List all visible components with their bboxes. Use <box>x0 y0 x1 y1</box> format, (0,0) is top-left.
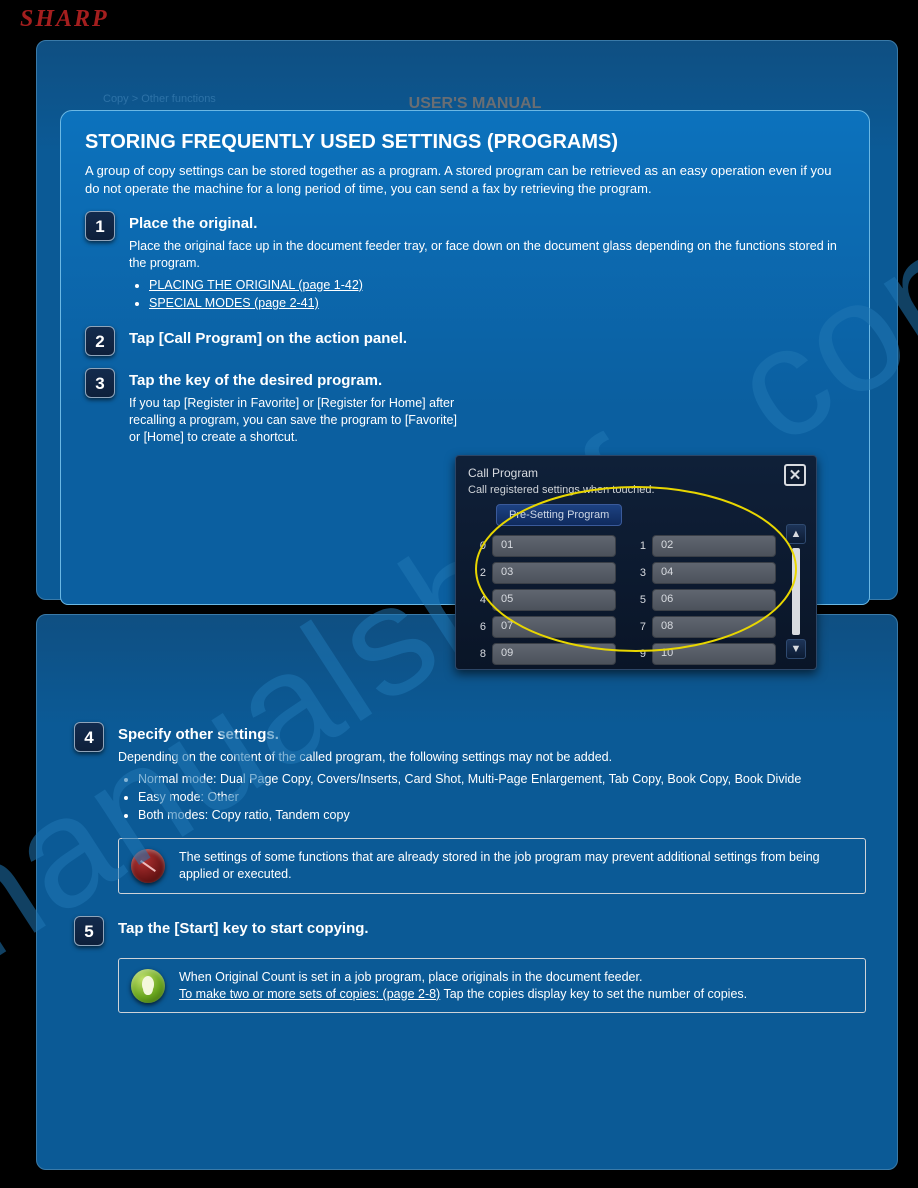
scrollbar[interactable]: ▲ ▼ <box>786 524 806 659</box>
program-cell[interactable]: 10 <box>652 643 776 665</box>
step-3-number: 3 <box>85 368 115 398</box>
program-num: 1 <box>628 540 646 552</box>
tip-note-text-b: Tap the copies display key to set the nu… <box>443 987 747 1001</box>
dialog-subtitle: Call registered settings when touched. <box>468 484 804 496</box>
dialog-title: Call Program <box>468 466 804 480</box>
program-list: 0 01 1 02 2 03 3 04 4 05 5 06 6 07 7 0 <box>468 534 804 665</box>
prohibit-icon <box>131 849 165 883</box>
program-cell[interactable]: 02 <box>652 535 776 557</box>
call-program-dialog: ✕ Call Program Call registered settings … <box>455 455 817 670</box>
section-intro: A group of copy settings can be stored t… <box>85 162 845 197</box>
stop-note-text: The settings of some functions that are … <box>179 850 820 881</box>
step-1-text: Place the original face up in the docume… <box>129 238 845 272</box>
step-4-row: 4 Specify other settings. Depending on t… <box>74 722 866 826</box>
program-num: 9 <box>628 648 646 660</box>
step-2-row: 2 Tap [Call Program] on the action panel… <box>85 326 845 356</box>
step-4-number: 4 <box>74 722 104 752</box>
step-5-title: Tap the [Start] key to start copying. <box>118 920 866 937</box>
step-1-title: Place the original. <box>129 215 845 232</box>
step-5-row: 5 Tap the [Start] key to start copying. <box>74 916 866 946</box>
program-cell[interactable]: 08 <box>652 616 776 638</box>
step-3-text: If you tap [Register in Favorite] or [Re… <box>129 395 459 446</box>
tip-note-text-a: When Original Count is set in a job prog… <box>179 970 642 984</box>
step-2-number: 2 <box>85 326 115 356</box>
program-cell[interactable]: 04 <box>652 562 776 584</box>
program-cell[interactable]: 05 <box>492 589 616 611</box>
step-4-bullet-2: Easy mode: Other <box>138 790 866 804</box>
scroll-track[interactable] <box>792 548 800 635</box>
pre-setting-program-button[interactable]: Pre-Setting Program <box>496 504 622 526</box>
step-4-intro: Depending on the content of the called p… <box>118 749 866 766</box>
program-num: 3 <box>628 567 646 579</box>
page: manualshelf . com SHARP Copy > Other fun… <box>0 0 918 1188</box>
step-4-bullet-3: Both modes: Copy ratio, Tandem copy <box>138 808 866 822</box>
program-num: 8 <box>468 648 486 660</box>
step-5-number: 5 <box>74 916 104 946</box>
close-icon[interactable]: ✕ <box>784 464 806 486</box>
step-2-title: Tap [Call Program] on the action panel. <box>129 330 845 347</box>
program-cell[interactable]: 09 <box>492 643 616 665</box>
program-num: 6 <box>468 621 486 633</box>
section-title: STORING FREQUENTLY USED SETTINGS (PROGRA… <box>85 131 845 154</box>
tip-note-link[interactable]: To make two or more sets of copies: (pag… <box>179 987 440 1001</box>
program-cell[interactable]: 03 <box>492 562 616 584</box>
step-4-title: Specify other settings. <box>118 726 866 743</box>
lower-steps: 4 Specify other settings. Depending on t… <box>74 710 866 1013</box>
program-num: 7 <box>628 621 646 633</box>
step-4-bullet-1: Normal mode: Dual Page Copy, Covers/Inse… <box>138 772 866 786</box>
program-num: 2 <box>468 567 486 579</box>
program-cell[interactable]: 06 <box>652 589 776 611</box>
brand-logo: SHARP <box>20 6 109 33</box>
step-1-link-a[interactable]: PLACING THE ORIGINAL (page 1-42) <box>149 278 363 292</box>
program-cell[interactable]: 07 <box>492 616 616 638</box>
step-1-link-b[interactable]: SPECIAL MODES (page 2-41) <box>149 296 319 310</box>
tip-note-box: When Original Count is set in a job prog… <box>118 958 866 1014</box>
program-num: 4 <box>468 594 486 606</box>
step-1-row: 1 Place the original. Place the original… <box>85 211 845 314</box>
scroll-up-icon[interactable]: ▲ <box>786 524 806 544</box>
step-3-title: Tap the key of the desired program. <box>129 372 459 389</box>
step-3-row: 3 Tap the key of the desired program. If… <box>85 368 845 448</box>
step-1-number: 1 <box>85 211 115 241</box>
program-cell[interactable]: 01 <box>492 535 616 557</box>
stop-note-box: The settings of some functions that are … <box>118 838 866 894</box>
tip-icon <box>131 969 165 1003</box>
program-num: 5 <box>628 594 646 606</box>
scroll-down-icon[interactable]: ▼ <box>786 639 806 659</box>
program-num: 0 <box>468 540 486 552</box>
